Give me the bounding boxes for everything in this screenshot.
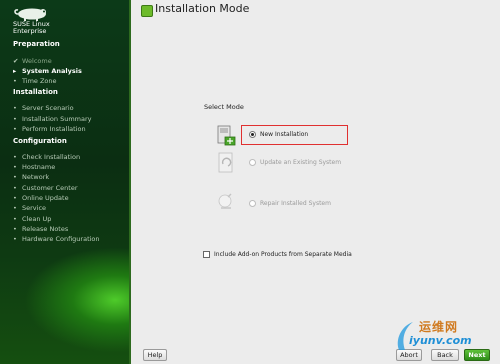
- main-content: Installation Mode Select Mode New Instal…: [131, 0, 500, 364]
- brand-name: SUSE Linux Enterprise: [13, 21, 50, 34]
- step-release-notes: • Release Notes: [13, 225, 68, 233]
- step-customer-center: • Customer Center: [13, 184, 78, 192]
- update-system-label: Update an Existing System: [260, 159, 342, 166]
- step-perform-installation: • Perform Installation: [13, 125, 86, 133]
- brand-line-2: Enterprise: [13, 26, 47, 35]
- update-system-option[interactable]: Update an Existing System: [249, 159, 341, 166]
- step-label: System Analysis: [22, 67, 82, 75]
- step-hardware-configuration: • Hardware Configuration: [13, 235, 100, 243]
- installation-mode-icon: [141, 5, 153, 17]
- watermark-line-1: 运维网: [419, 320, 459, 334]
- new-installation-label: New Installation: [260, 131, 309, 138]
- step-label: Welcome: [22, 57, 52, 65]
- new-installation-radio[interactable]: [249, 131, 256, 138]
- help-button[interactable]: Help: [143, 349, 167, 361]
- repair-system-label: Repair Installed System: [260, 200, 331, 207]
- pending-step-icon: •: [13, 163, 17, 171]
- step-label: Hardware Configuration: [22, 235, 100, 243]
- site-watermark: 运维网 iyunv.com: [395, 316, 499, 356]
- pending-step-icon: •: [13, 77, 17, 85]
- step-service: • Service: [13, 204, 46, 212]
- pending-step-icon: •: [13, 225, 17, 233]
- step-time-zone: • Time Zone: [13, 77, 57, 85]
- pending-step-icon: •: [13, 184, 17, 192]
- step-online-update: • Online Update: [13, 194, 69, 202]
- step-label: Installation Summary: [22, 115, 92, 123]
- pending-step-icon: •: [13, 115, 17, 123]
- pending-step-icon: •: [13, 153, 17, 161]
- installation-steps-sidebar: SUSE Linux Enterprise Preparation ✔ Welco…: [0, 0, 131, 364]
- pending-step-icon: •: [13, 104, 17, 112]
- step-label: Time Zone: [22, 77, 57, 85]
- new-installation-option[interactable]: New Installation: [249, 131, 308, 138]
- select-mode-label: Select Mode: [204, 103, 244, 111]
- page-title: Installation Mode: [155, 2, 250, 15]
- repair-system-option[interactable]: Repair Installed System: [249, 200, 331, 207]
- pending-step-icon: •: [13, 204, 17, 212]
- pending-step-icon: •: [13, 173, 17, 181]
- addon-products-label: Include Add-on Products from Separate Me…: [214, 251, 352, 258]
- suse-chameleon-logo: [14, 8, 46, 21]
- checkmark-icon: ✔: [13, 57, 19, 65]
- step-welcome: ✔ Welcome: [13, 57, 52, 65]
- step-network: • Network: [13, 173, 49, 181]
- current-step-arrow-icon: ▸: [13, 67, 17, 75]
- new-installation-icon: [217, 125, 236, 146]
- addon-products-option[interactable]: Include Add-on Products from Separate Me…: [203, 251, 352, 258]
- step-check-installation: • Check Installation: [13, 153, 80, 161]
- pending-step-icon: •: [13, 125, 17, 133]
- step-label: Online Update: [22, 194, 69, 202]
- repair-system-icon: [218, 193, 232, 209]
- step-label: Clean Up: [22, 215, 52, 223]
- watermark-line-2: iyunv.com: [409, 334, 472, 347]
- pending-step-icon: •: [13, 215, 17, 223]
- pending-step-icon: •: [13, 194, 17, 202]
- section-installation: Installation: [13, 88, 58, 96]
- step-hostname: • Hostname: [13, 163, 55, 171]
- step-installation-summary: • Installation Summary: [13, 115, 91, 123]
- step-label: Check Installation: [22, 153, 81, 161]
- repair-system-radio[interactable]: [249, 200, 256, 207]
- step-system-analysis: ▸ System Analysis: [13, 67, 82, 75]
- section-configuration: Configuration: [13, 137, 67, 145]
- addon-products-checkbox[interactable]: [203, 251, 210, 258]
- section-preparation: Preparation: [13, 40, 60, 48]
- step-clean-up: • Clean Up: [13, 215, 51, 223]
- step-label: Network: [22, 173, 50, 181]
- update-system-icon: [218, 152, 233, 173]
- step-label: Service: [22, 204, 47, 212]
- step-label: Customer Center: [22, 184, 78, 192]
- step-server-scenario: • Server Scenario: [13, 104, 74, 112]
- pending-step-icon: •: [13, 235, 17, 243]
- step-label: Perform Installation: [22, 125, 86, 133]
- step-label: Release Notes: [22, 225, 69, 233]
- update-system-radio[interactable]: [249, 159, 256, 166]
- step-label: Server Scenario: [22, 104, 74, 112]
- step-label: Hostname: [22, 163, 56, 171]
